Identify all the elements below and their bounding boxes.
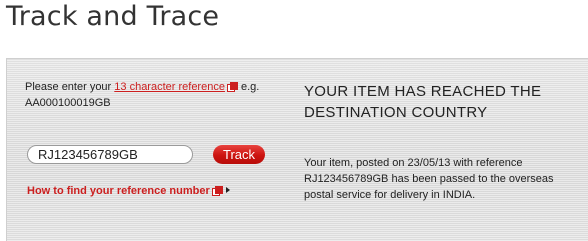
status-message: Your item, posted on 23/05/13 with refer… [304,157,554,201]
reference-input[interactable] [27,145,193,164]
external-link-icon[interactable] [226,82,238,92]
track-and-trace-page: Track and Trace Please enter your 13 cha… [0,0,588,241]
track-button[interactable]: Track [213,145,265,164]
status-heading: YOUR ITEM HAS REACHED THE DESTINATION CO… [304,83,542,121]
reference-format-link[interactable]: 13 character reference [114,81,225,93]
how-to-find-reference-link[interactable]: How to find your reference number [27,185,230,197]
tracking-panel: Please enter your 13 character reference… [6,58,588,241]
how-to-label[interactable]: How to find your reference number [27,185,210,197]
tracking-form: Please enter your 13 character reference… [25,79,275,111]
reference-prompt: Please enter your 13 character reference… [25,79,275,111]
arrow-right-icon [225,187,230,193]
external-link-icon[interactable] [211,186,223,196]
prompt-text-before: Please enter your [25,81,115,93]
page-title: Track and Trace [6,1,220,32]
search-row: Track [27,145,277,167]
